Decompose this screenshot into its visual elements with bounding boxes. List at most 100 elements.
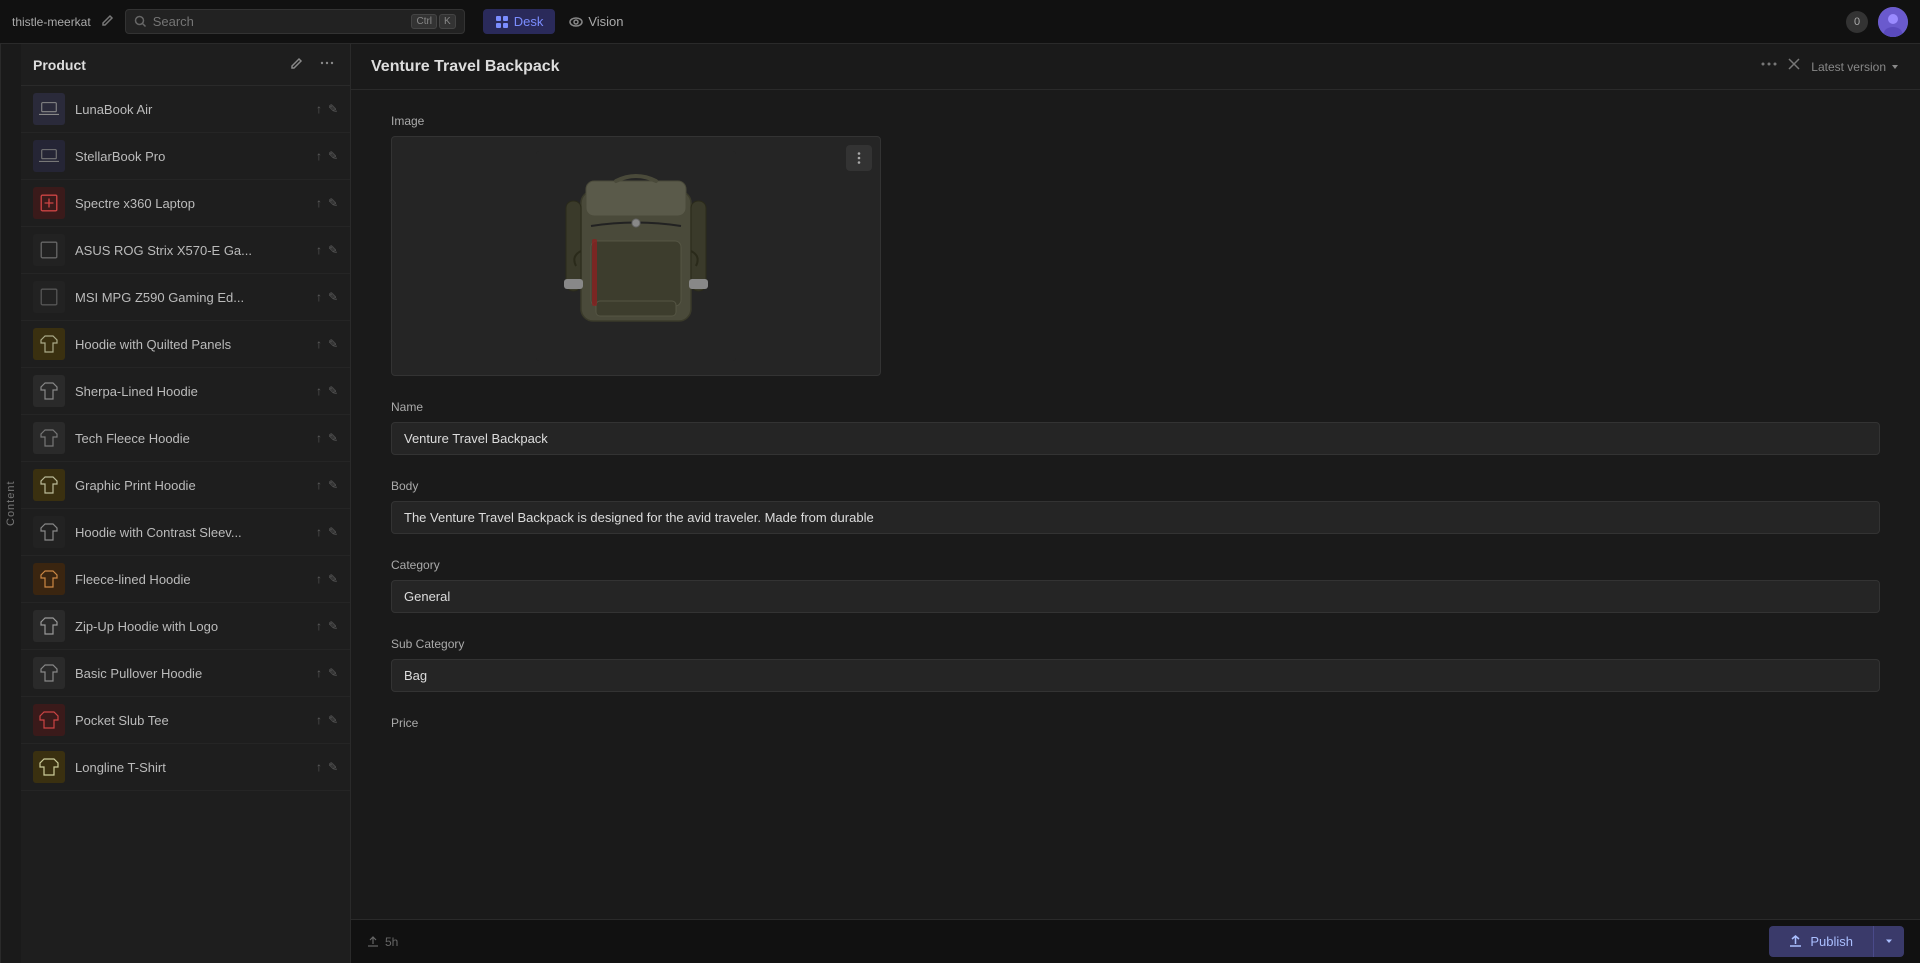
brand-name: thistle-meerkat [12, 15, 91, 29]
list-item[interactable]: Fleece-lined Hoodie ↑ ✎ [21, 556, 350, 603]
product-edit-icon[interactable]: ✎ [328, 666, 338, 680]
avatar-image [1878, 7, 1908, 37]
category-input[interactable] [391, 580, 1880, 613]
name-input[interactable] [391, 422, 1880, 455]
product-upload-icon[interactable]: ↑ [316, 713, 322, 727]
upload-icon [367, 936, 379, 948]
image-section: Image [391, 114, 1880, 376]
publish-icon [1789, 935, 1802, 948]
product-edit-icon[interactable]: ✎ [328, 384, 338, 398]
search-bar[interactable]: Ctrl K [125, 9, 465, 34]
product-edit-icon[interactable]: ✎ [328, 149, 338, 163]
product-thumbnail [33, 93, 65, 125]
product-item-actions: ↑ ✎ [316, 619, 338, 633]
product-edit-icon[interactable]: ✎ [328, 243, 338, 257]
list-item[interactable]: StellarBook Pro ↑ ✎ [21, 133, 350, 180]
chevron-down-icon [1890, 62, 1900, 72]
list-item[interactable]: Hoodie with Contrast Sleev... ↑ ✎ [21, 509, 350, 556]
product-thumbnail [33, 751, 65, 783]
version-selector[interactable]: Latest version [1811, 60, 1900, 74]
product-thumbnail [33, 704, 65, 736]
product-name: Hoodie with Quilted Panels [75, 337, 306, 352]
product-thumbnail [33, 234, 65, 266]
product-edit-icon[interactable]: ✎ [328, 525, 338, 539]
sub-category-field-group: Sub Category [391, 637, 1880, 692]
brand-edit-icon[interactable] [101, 13, 115, 30]
product-edit-icon[interactable]: ✎ [328, 431, 338, 445]
publish-button[interactable]: Publish [1769, 926, 1873, 957]
detail-panel: Venture Travel Backpack Latest version [351, 44, 1920, 963]
product-upload-icon[interactable]: ↑ [316, 384, 322, 398]
body-input[interactable] [391, 501, 1880, 534]
product-edit-icon[interactable]: ✎ [328, 713, 338, 727]
search-shortcut: Ctrl K [411, 14, 455, 29]
product-edit-icon[interactable]: ✎ [328, 760, 338, 774]
category-field-group: Category [391, 558, 1880, 613]
list-item[interactable]: ASUS ROG Strix X570-E Ga... ↑ ✎ [21, 227, 350, 274]
product-panel-add-btn[interactable] [286, 54, 308, 75]
product-thumbnail [33, 563, 65, 595]
image-field-label: Image [391, 114, 1880, 128]
product-edit-icon[interactable]: ✎ [328, 478, 338, 492]
product-edit-icon[interactable]: ✎ [328, 290, 338, 304]
list-item[interactable]: Spectre x360 Laptop ↑ ✎ [21, 180, 350, 227]
body-field-group: Body [391, 479, 1880, 534]
list-item[interactable]: MSI MPG Z590 Gaming Ed... ↑ ✎ [21, 274, 350, 321]
product-edit-icon[interactable]: ✎ [328, 102, 338, 116]
product-list: LunaBook Air ↑ ✎ StellarBook Pro ↑ ✎ [21, 86, 350, 963]
detail-header: Venture Travel Backpack Latest version [351, 44, 1920, 90]
product-upload-icon[interactable]: ↑ [316, 619, 322, 633]
topbar-tabs: Desk Vision [483, 9, 636, 34]
product-upload-icon[interactable]: ↑ [316, 572, 322, 586]
list-item[interactable]: Basic Pullover Hoodie ↑ ✎ [21, 650, 350, 697]
product-upload-icon[interactable]: ↑ [316, 243, 322, 257]
product-name: Hoodie with Contrast Sleev... [75, 525, 306, 540]
product-thumbnail [33, 657, 65, 689]
product-upload-icon[interactable]: ↑ [316, 478, 322, 492]
sub-category-input[interactable] [391, 659, 1880, 692]
list-item[interactable]: Graphic Print Hoodie ↑ ✎ [21, 462, 350, 509]
product-name: Zip-Up Hoodie with Logo [75, 619, 306, 634]
product-upload-icon[interactable]: ↑ [316, 760, 322, 774]
list-item[interactable]: Sherpa-Lined Hoodie ↑ ✎ [21, 368, 350, 415]
detail-more-btn[interactable] [1761, 56, 1777, 77]
product-upload-icon[interactable]: ↑ [316, 290, 322, 304]
list-item[interactable]: Zip-Up Hoodie with Logo ↑ ✎ [21, 603, 350, 650]
chevron-down-icon [1884, 936, 1894, 946]
publish-dropdown-btn[interactable] [1873, 926, 1904, 957]
product-thumbnail [33, 140, 65, 172]
product-panel-header: Product [21, 44, 350, 86]
list-item[interactable]: Hoodie with Quilted Panels ↑ ✎ [21, 321, 350, 368]
product-edit-icon[interactable]: ✎ [328, 572, 338, 586]
list-item[interactable]: Pocket Slub Tee ↑ ✎ [21, 697, 350, 744]
topbar: thistle-meerkat Ctrl K Desk [0, 0, 1920, 44]
product-upload-icon[interactable]: ↑ [316, 431, 322, 445]
tab-vision[interactable]: Vision [557, 9, 635, 34]
product-panel-more-btn[interactable] [316, 54, 338, 75]
eye-icon [569, 15, 583, 29]
image-menu-btn[interactable] [846, 145, 872, 171]
product-upload-icon[interactable]: ↑ [316, 525, 322, 539]
detail-close-btn[interactable] [1787, 57, 1801, 76]
body-field-label: Body [391, 479, 1880, 493]
product-upload-icon[interactable]: ↑ [316, 102, 322, 116]
product-upload-icon[interactable]: ↑ [316, 149, 322, 163]
content-label: Content [0, 44, 21, 963]
list-item[interactable]: LunaBook Air ↑ ✎ [21, 86, 350, 133]
tab-desk[interactable]: Desk [483, 9, 556, 34]
product-edit-icon[interactable]: ✎ [328, 196, 338, 210]
product-item-actions: ↑ ✎ [316, 149, 338, 163]
notification-badge[interactable]: 0 [1846, 11, 1868, 33]
product-edit-icon[interactable]: ✎ [328, 619, 338, 633]
list-item[interactable]: Tech Fleece Hoodie ↑ ✎ [21, 415, 350, 462]
search-input[interactable] [153, 14, 406, 29]
avatar[interactable] [1878, 7, 1908, 37]
detail-title: Venture Travel Backpack [371, 58, 1751, 76]
product-edit-icon[interactable]: ✎ [328, 337, 338, 351]
product-upload-icon[interactable]: ↑ [316, 666, 322, 680]
product-name: MSI MPG Z590 Gaming Ed... [75, 290, 306, 305]
last-saved-time: 5h [367, 935, 398, 949]
product-upload-icon[interactable]: ↑ [316, 196, 322, 210]
list-item[interactable]: Longline T-Shirt ↑ ✎ [21, 744, 350, 791]
product-upload-icon[interactable]: ↑ [316, 337, 322, 351]
